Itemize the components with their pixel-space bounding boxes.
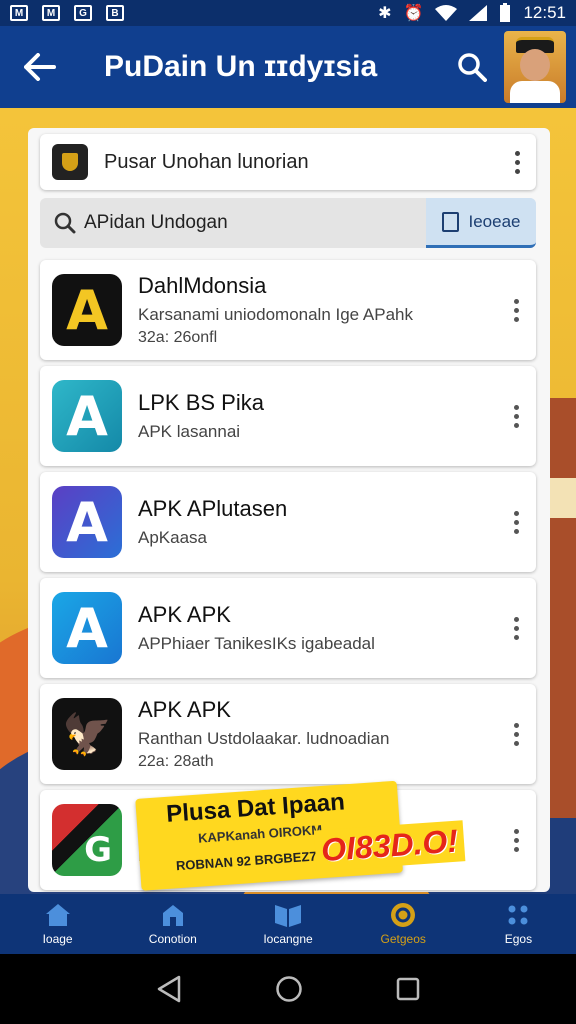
list-item[interactable]: A APK APlutasen ApKaasa [40,472,536,572]
search-bar: Ieoeae [40,198,536,248]
list-item[interactable]: A DahlMdonsia Karsanami uniodomonaln Ige… [40,260,536,360]
nav-label: Conotion [148,932,197,946]
search-field-icon [48,212,82,234]
header-more-button[interactable] [498,137,536,187]
header-card: Pusar Unohan lunorian [40,134,536,190]
app-icon-blue-a: A [52,592,122,664]
nav-label: Ioage [42,932,73,946]
item-more-button[interactable] [496,810,536,870]
app-icon-teal-a: A [52,380,122,452]
gmail-notification-icon: M [10,5,28,21]
clock-time: 12:51 [523,3,566,22]
profile-avatar[interactable] [504,31,566,103]
document-icon [441,211,459,232]
app-size: 32a: 26onfl [138,329,218,346]
system-home-icon[interactable] [275,975,303,1003]
list-item[interactable]: A APK APK APPhiaer TanikesIKs igabeadal [40,578,536,678]
scene-building [546,398,576,818]
app-name: APK APK [138,697,231,722]
alarm-icon: ⏰ [403,5,424,22]
item-more-button[interactable] [496,492,536,552]
home-icon [45,902,71,928]
main-panel: Pusar Unohan lunorian Ieoeae A DahlMdons… [28,128,550,892]
list-item[interactable]: A LPK BS Pika APK lasannai [40,366,536,466]
system-recents-icon[interactable] [396,977,420,1001]
bag-notification-icon: B [106,5,124,21]
app-title: PuDain Un ɪɪdyɪsia [104,50,378,83]
search-button[interactable] [446,37,498,97]
badge-icon [390,902,416,928]
app-icon-dark-a: A [52,274,122,346]
store-icon [160,902,186,928]
avatar-shirt [510,81,560,103]
avatar-face [520,49,550,81]
status-bar: M M G B ✱ ⏰ 12:51 [0,0,576,26]
battery-icon [500,3,511,22]
list-item[interactable]: 🦅 APK APK Ranthan Ustdolaakar. ludnoadia… [40,684,536,784]
app-notification-icon: G [74,5,92,21]
app-icon-purple-a: A [52,486,122,558]
item-more-button[interactable] [496,280,536,340]
bottom-navigation: Ioage Conotion Iocangne Getgeos Egos [0,894,576,954]
app-name: DahlMdonsia [138,273,267,298]
emblem-logo-icon [52,144,88,180]
scene-building-window [546,478,576,518]
nav-item-library[interactable]: Iocangne [230,894,345,954]
app-icon-multicolor-g: G [52,804,122,876]
item-more-button[interactable] [496,386,536,446]
app-size: 22a: 28ath [138,753,214,770]
garuda-icon: 🦅 [52,698,122,770]
nav-item-store[interactable]: Conotion [115,894,230,954]
app-bar: PuDain Un ɪɪdyɪsia [0,26,576,108]
search-input[interactable] [82,212,426,234]
wifi-icon [435,5,458,21]
system-back-icon[interactable] [156,975,182,1003]
search-submit-label: Ieoeae [468,211,521,231]
search-icon [458,53,487,82]
app-name: APK APK [138,602,231,627]
promo-banner[interactable]: Plusa Dat Ipaan KAPKanah OIROKM ROBNAN 9… [135,769,466,897]
item-more-button[interactable] [496,704,536,764]
nav-label: Getgeos [380,932,426,946]
message-notification-icon: M [42,5,60,21]
nav-label: Iocangne [263,932,313,946]
library-icon [274,902,302,928]
app-description: APK lasannai [138,422,241,441]
bluetooth-icon: ✱ [378,5,392,22]
signal-icon [469,5,488,21]
back-button[interactable] [0,26,80,108]
app-name: APK APlutasen [138,496,288,521]
system-navigation-bar [0,954,576,1024]
app-name: LPK BS Pika [138,390,264,415]
notification-icons: M M G B [10,5,124,21]
back-arrow-icon [24,53,56,81]
nav-item-badges[interactable]: Getgeos [346,894,461,954]
header-title: Pusar Unohan lunorian [104,150,309,173]
search-submit-button[interactable]: Ieoeae [426,198,536,248]
app-description: APPhiaer TanikesIKs igabeadal [138,634,375,653]
app-description: ApKaasa [138,528,207,547]
app-description: Karsanami uniodomonaln Ige APahk [138,305,414,324]
item-more-button[interactable] [496,598,536,658]
nav-item-home[interactable]: Ioage [0,894,115,954]
nav-item-apps[interactable]: Egos [461,894,576,954]
apps-grid-icon [507,902,529,928]
nav-label: Egos [504,932,533,946]
app-description: Ranthan Ustdolaakar. ludnoadian [138,729,390,748]
